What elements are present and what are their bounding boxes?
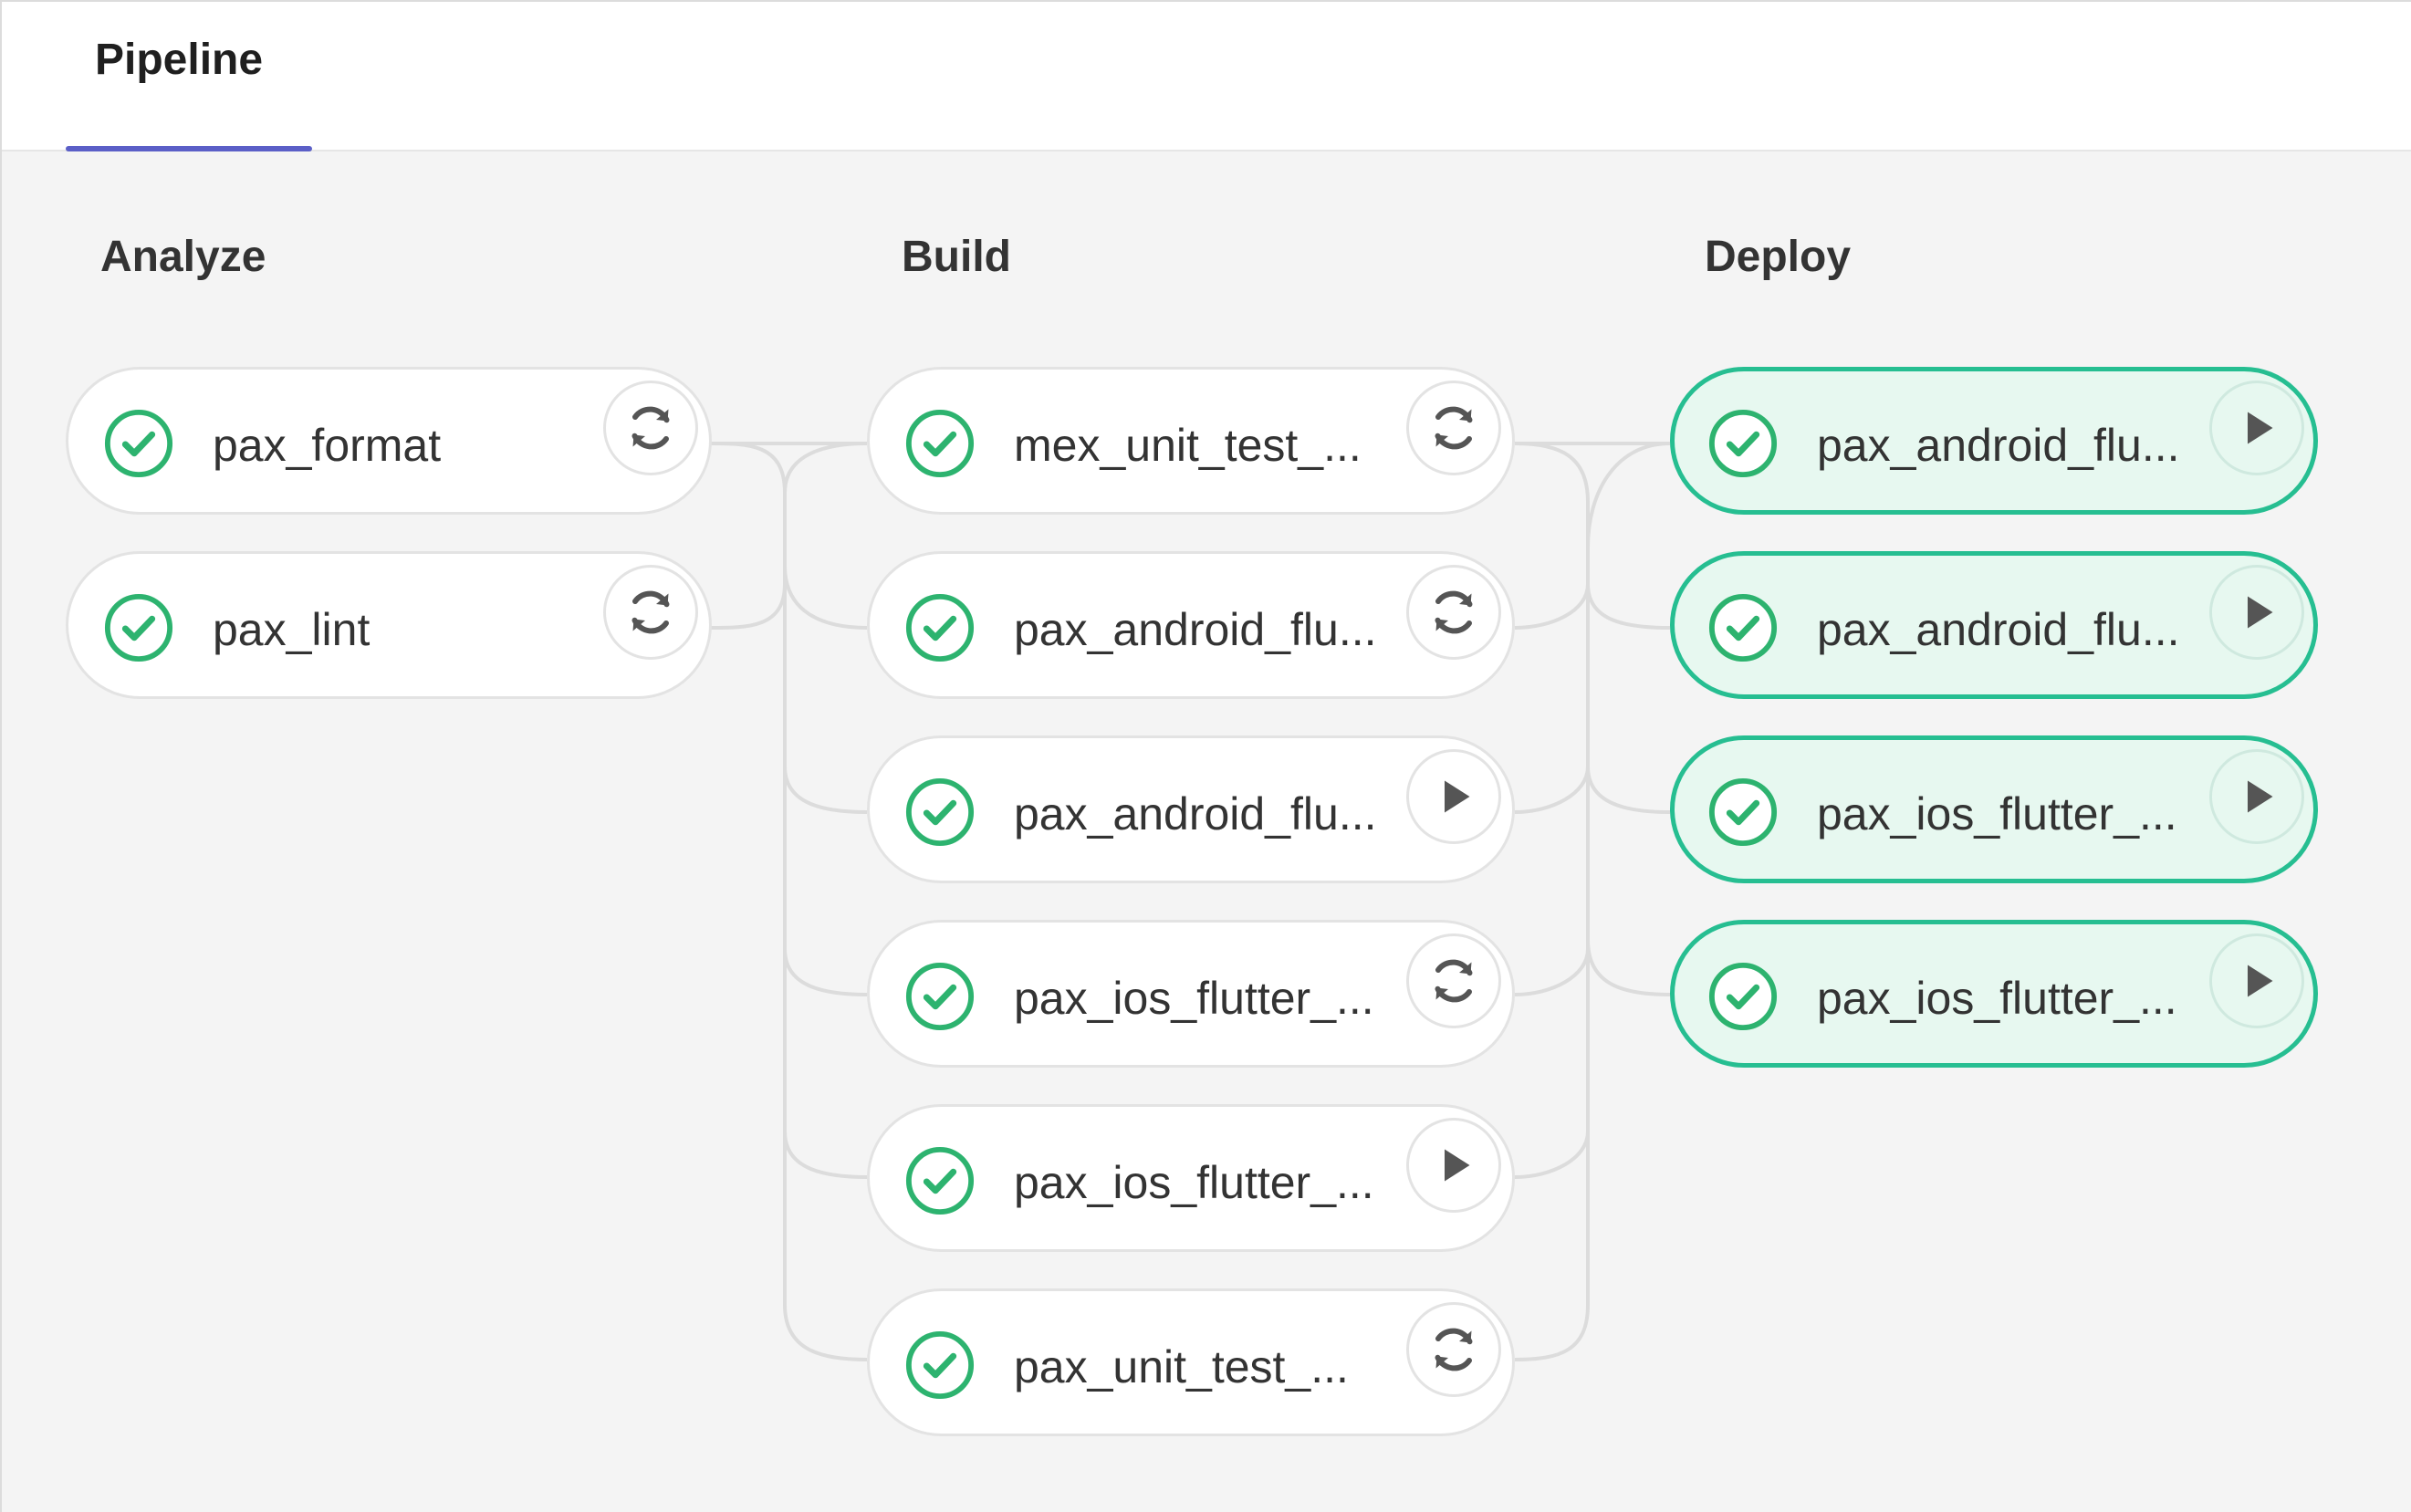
connector-line <box>1514 948 1590 996</box>
job-name: pax_unit_test_... <box>1014 1341 1349 1392</box>
connector-line <box>1586 766 1671 814</box>
retry-icon <box>623 401 678 455</box>
connector-line <box>1586 529 1671 996</box>
job-name: pax_android_flu... <box>1817 420 2180 471</box>
job-build-1[interactable]: pax_android_flu... <box>867 551 1515 699</box>
job-name: pax_android_flu... <box>1014 604 1377 655</box>
connector-line <box>1514 442 1590 1361</box>
status-success-icon <box>904 961 976 1032</box>
play-icon <box>2229 401 2284 455</box>
job-deploy-3[interactable]: pax_ios_flutter_... <box>1670 920 2318 1068</box>
play-button[interactable] <box>2209 749 2304 844</box>
job-deploy-1[interactable]: pax_android_flu... <box>1670 551 2318 699</box>
status-success-icon <box>1707 777 1779 848</box>
retry-icon <box>1426 1322 1481 1377</box>
job-name: pax_android_flu... <box>1817 604 2180 655</box>
job-name: mex_unit_test_... <box>1014 420 1362 471</box>
job-deploy-2[interactable]: pax_ios_flutter_... <box>1670 735 2318 883</box>
retry-icon <box>1426 401 1481 455</box>
play-button[interactable] <box>2209 933 2304 1028</box>
job-name: pax_format <box>213 420 442 471</box>
connector-line <box>783 766 868 814</box>
connector-line <box>783 547 868 1361</box>
job-build-2[interactable]: pax_android_flu... <box>867 735 1515 883</box>
status-success-icon <box>904 1145 976 1216</box>
stage-title-analyze: Analyze <box>100 233 266 281</box>
status-success-icon <box>103 408 174 479</box>
status-success-icon <box>103 592 174 663</box>
play-icon <box>2229 954 2284 1008</box>
connector-line <box>783 1131 868 1179</box>
job-deploy-0[interactable]: pax_android_flu... <box>1670 367 2318 515</box>
status-success-icon <box>904 592 976 663</box>
job-analyze-1[interactable]: pax_lint <box>66 551 712 699</box>
connector-line <box>709 442 868 630</box>
job-name: pax_ios_flutter_... <box>1817 973 2177 1024</box>
retry-button[interactable] <box>1406 565 1501 660</box>
play-icon <box>2229 585 2284 640</box>
status-success-icon <box>904 408 976 479</box>
retry-icon <box>1426 954 1481 1008</box>
connector-line <box>1586 442 1671 548</box>
play-button[interactable] <box>2209 381 2304 475</box>
status-success-icon <box>904 777 976 848</box>
status-success-icon <box>1707 408 1779 479</box>
play-icon <box>1426 1138 1481 1193</box>
stage-title-build: Build <box>902 233 1011 281</box>
retry-button[interactable] <box>603 381 698 475</box>
connector-line <box>1514 583 1590 630</box>
status-success-icon <box>1707 961 1779 1032</box>
retry-button[interactable] <box>603 565 698 660</box>
job-name: pax_ios_flutter_... <box>1817 788 2177 839</box>
job-name: pax_android_flu... <box>1014 788 1377 839</box>
play-button[interactable] <box>1406 1118 1501 1213</box>
play-icon <box>2229 769 2284 824</box>
connector-line <box>1514 766 1590 814</box>
play-icon <box>1426 769 1481 824</box>
retry-button[interactable] <box>1406 933 1501 1028</box>
connector-line <box>1514 1131 1590 1179</box>
job-build-3[interactable]: pax_ios_flutter_... <box>867 920 1515 1068</box>
job-build-5[interactable]: pax_unit_test_... <box>867 1288 1515 1436</box>
stage-title-deploy: Deploy <box>1705 233 1852 281</box>
play-button[interactable] <box>2209 565 2304 660</box>
connector-line <box>783 948 868 996</box>
connector-line <box>1586 583 1671 630</box>
retry-icon <box>1426 585 1481 640</box>
status-success-icon <box>904 1330 976 1401</box>
play-button[interactable] <box>1406 749 1501 844</box>
job-build-0[interactable]: mex_unit_test_... <box>867 367 1515 515</box>
retry-icon <box>623 585 678 640</box>
job-name: pax_ios_flutter_... <box>1014 1157 1374 1208</box>
job-name: pax_ios_flutter_... <box>1014 973 1374 1024</box>
status-success-icon <box>1707 592 1779 663</box>
job-name: pax_lint <box>213 604 371 655</box>
retry-button[interactable] <box>1406 1302 1501 1397</box>
retry-button[interactable] <box>1406 381 1501 475</box>
job-analyze-0[interactable]: pax_format <box>66 367 712 515</box>
job-build-4[interactable]: pax_ios_flutter_... <box>867 1104 1515 1252</box>
